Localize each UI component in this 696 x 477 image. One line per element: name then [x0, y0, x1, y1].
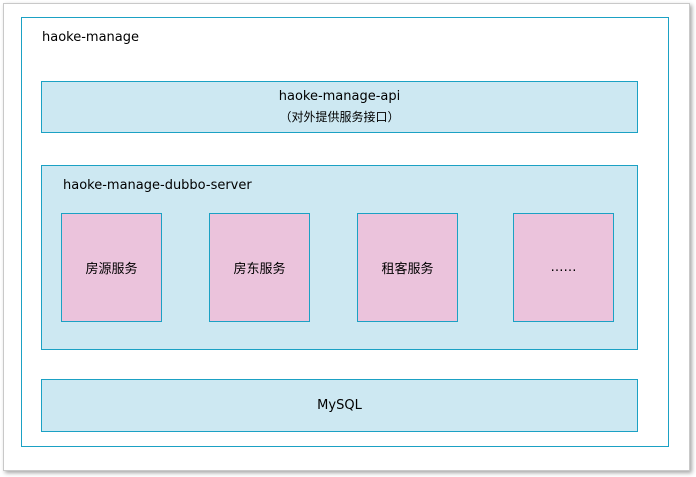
service-label: 租客服务 [381, 262, 434, 277]
service-label: 房源服务 [85, 262, 138, 277]
service-box-housing: 房源服务 [61, 213, 162, 322]
service-box-tenant: 租客服务 [357, 213, 458, 322]
api-layer-title: haoke-manage-api [278, 89, 401, 104]
service-box-more: …… [513, 213, 614, 322]
haoke-manage-title: haoke-manage [42, 30, 139, 45]
api-layer-box: haoke-manage-api （对外提供服务接口） [41, 81, 638, 133]
service-label: 房东服务 [233, 262, 286, 277]
dubbo-server-title: haoke-manage-dubbo-server [63, 178, 252, 193]
service-label: …… [550, 260, 577, 275]
api-layer-subtitle: （对外提供服务接口） [279, 110, 400, 124]
mysql-layer-box: MySQL [41, 379, 638, 432]
mysql-label: MySQL [317, 398, 362, 413]
service-box-landlord: 房东服务 [209, 213, 310, 322]
